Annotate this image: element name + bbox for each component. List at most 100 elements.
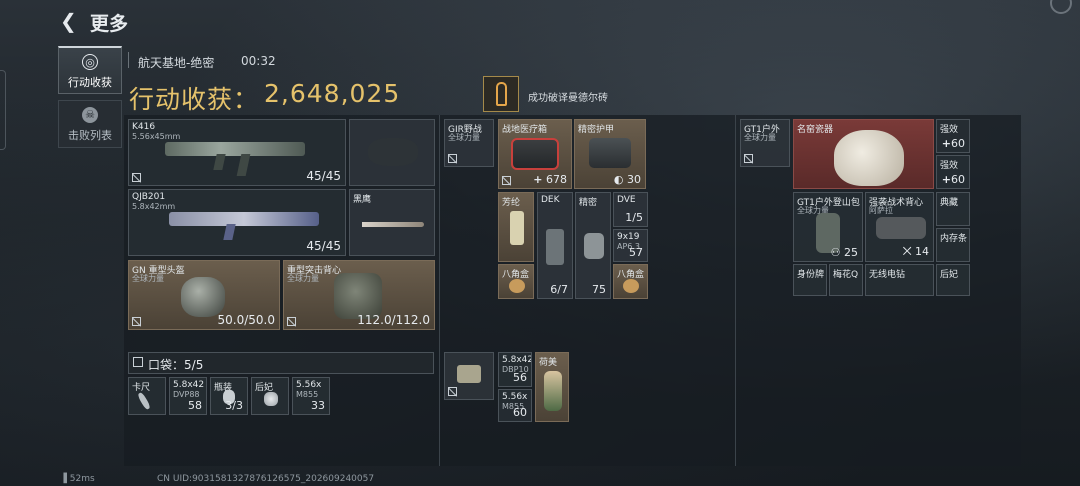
rig-item[interactable]: 八角盒 xyxy=(613,264,648,299)
porcelain-icon xyxy=(834,130,904,186)
tab-action-gain[interactable]: ◎ 行动收获 xyxy=(58,46,122,94)
item-name: DVE xyxy=(617,195,636,205)
pocket-item[interactable]: 瓶装 3/3 xyxy=(210,377,248,415)
item-name: DEK xyxy=(541,195,560,205)
tab-action-gain-label: 行动收获 xyxy=(68,76,112,89)
rig-item[interactable]: 9x19 AP6.3 57 xyxy=(613,229,648,262)
backpack-container[interactable]: GT1户外 全球力量 xyxy=(740,119,790,167)
pocket-header: 口袋：5/5 xyxy=(128,352,434,374)
backpack-item[interactable]: 典藏 xyxy=(936,192,970,226)
item-count: 33 xyxy=(311,399,325,412)
weapon-name: QJB201 xyxy=(132,192,166,202)
item-name: 5.56x xyxy=(296,380,322,390)
melee-name: 黑鹰 xyxy=(353,195,372,205)
side-drawer-handle[interactable] xyxy=(0,70,6,150)
item-name: 内存条 xyxy=(940,234,968,244)
rig-item[interactable]: DEK 6/7 xyxy=(537,192,573,299)
backpack-brand: 全球力量 xyxy=(744,133,776,142)
locked-icon xyxy=(502,176,511,185)
backpack-item[interactable]: 身份牌 xyxy=(793,264,827,296)
page-title: 更多 xyxy=(90,13,129,35)
secondary-weapon-slot[interactable]: QJB201 5.8x42mm 45/45 xyxy=(128,189,346,256)
pouch-item[interactable]: 5.8x42 DBP10 56 xyxy=(498,352,532,387)
fabric-icon xyxy=(510,211,524,245)
pocket-count: 5/5 xyxy=(184,358,204,372)
rifle-icon xyxy=(169,212,319,226)
backpack-item[interactable]: 后妃 xyxy=(936,264,970,296)
gain-label: 行动收获： xyxy=(129,85,260,114)
primary-weapon-slot[interactable]: K416 5.56x45mm 45/45 xyxy=(128,119,346,186)
uid-text: CN UID:90315813278761265​75_202609240057 xyxy=(157,474,375,484)
item-name: 后妃 xyxy=(940,270,959,280)
achievement-badge[interactable] xyxy=(483,76,519,112)
ping-indicator: ▐ 52ms xyxy=(60,474,95,484)
weapon-caliber: 5.56x45mm xyxy=(132,132,181,141)
caliper-icon xyxy=(136,391,152,411)
backpack-item[interactable]: 内存条 xyxy=(936,228,970,262)
item-count: 60 xyxy=(513,406,527,419)
rig-item[interactable]: 精密护甲 ◐ 30 xyxy=(574,119,646,189)
match-duration: 00:32 xyxy=(241,54,276,68)
melee-slot[interactable]: 黑鹰 xyxy=(349,189,435,256)
item-name: 9x19 xyxy=(617,232,640,242)
locked-icon xyxy=(744,154,753,163)
armor-kit-icon xyxy=(589,138,631,168)
weapon-caliber: 5.8x42mm xyxy=(132,202,176,211)
item-count: 1/5 xyxy=(625,211,643,224)
item-count: 60 xyxy=(951,137,965,150)
backpack-item[interactable]: 无线电钻 xyxy=(865,264,934,296)
pouch-container[interactable] xyxy=(444,352,494,400)
item-sub: DVP88 xyxy=(173,390,200,399)
octagon-box-icon xyxy=(509,279,525,293)
helmet-durability: 50.0/50.0 xyxy=(217,313,275,327)
item-name: 5.56x xyxy=(502,392,528,402)
item-sub: 阿萨拉 xyxy=(869,206,893,215)
helmet-slot[interactable]: GN 重型头盔 全球力量 50.0/50.0 xyxy=(128,260,280,330)
locked-icon xyxy=(448,387,457,396)
item-sub: M855 xyxy=(296,390,319,399)
settings-ring-icon[interactable] xyxy=(1050,0,1072,14)
pocket-label: 口袋： xyxy=(148,358,185,372)
rig-container[interactable]: GIR野战 全球力量 xyxy=(444,119,494,167)
rig-brand: 全球力量 xyxy=(448,133,480,142)
pocket-item[interactable]: 5.8x42 DVP88 58 xyxy=(169,377,207,415)
pocket-icon xyxy=(133,357,143,367)
armor-slot[interactable]: 重型突击背心 全球力量 112.0/112.0 xyxy=(283,260,435,330)
pocket-item[interactable]: 后妃 xyxy=(251,377,289,415)
backpack-item[interactable]: GT1户外登山包 全球力量 ⚇ 25 xyxy=(793,192,863,262)
backpack-item[interactable]: 强袭战术背心 阿萨拉 ⨉ 14 xyxy=(865,192,934,262)
item-count: 75 xyxy=(592,283,606,296)
backpack-item[interactable]: 梅花Q xyxy=(829,264,863,296)
rifle-grip xyxy=(223,224,236,240)
backpack-item[interactable]: 强效 +60 xyxy=(936,155,970,189)
item-count: 25 xyxy=(844,246,858,259)
target-icon: ◎ xyxy=(82,54,98,70)
rig-item[interactable]: 精密 75 xyxy=(575,192,611,299)
armor-durability: 112.0/112.0 xyxy=(357,313,430,327)
map-name: 航天基地-绝密 xyxy=(138,56,215,70)
backpack-item[interactable]: 强效 +60 xyxy=(936,119,970,153)
pouch-item[interactable]: 5.56x M855 60 xyxy=(498,389,532,422)
pocket-item[interactable]: 5.56x M855 33 xyxy=(292,377,330,415)
flower-icon xyxy=(264,392,278,406)
rig-item[interactable]: 八角盒 xyxy=(498,264,534,299)
rig-item[interactable]: DVE 1/5 xyxy=(613,192,648,227)
pistol-slot[interactable] xyxy=(349,119,435,186)
rig-item[interactable]: 芳纶 xyxy=(498,192,534,262)
pouch-item[interactable]: 荷美 xyxy=(535,352,569,422)
tab-kill-list[interactable]: ☠ 击败列表 xyxy=(58,100,122,148)
item-name: 强效 xyxy=(940,161,959,171)
weapon-ammo: 45/45 xyxy=(306,239,341,253)
rig-item[interactable]: 战地医疗箱 + 678 xyxy=(498,119,572,189)
dek-icon xyxy=(546,229,564,265)
item-count: 60 xyxy=(951,173,965,186)
item-count: 6/7 xyxy=(550,283,568,296)
backpack-item[interactable]: 名窑瓷器 xyxy=(793,119,934,189)
rifle-icon xyxy=(165,142,305,156)
armor-brand: 全球力量 xyxy=(287,274,319,283)
vest-icon xyxy=(876,217,926,239)
item-name: 战地医疗箱 xyxy=(502,125,548,135)
item-name: 名窑瓷器 xyxy=(797,125,834,135)
pocket-item[interactable]: 卡尺 xyxy=(128,377,166,415)
chevron-left-icon[interactable]: ❮ xyxy=(60,10,82,32)
